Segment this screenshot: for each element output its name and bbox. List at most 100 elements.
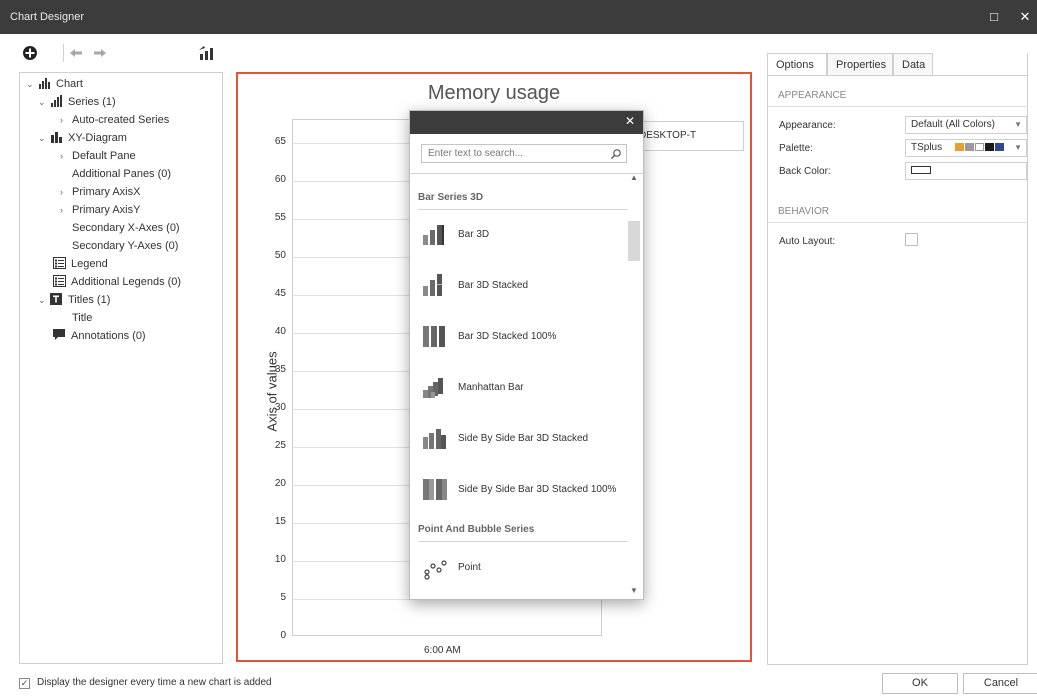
- chevron-down-icon[interactable]: ⌄: [38, 292, 50, 308]
- tree-item-label: Primary AxisX: [72, 186, 141, 198]
- y-tick-label: 50: [274, 250, 286, 261]
- tree-item-secondary-y-axes[interactable]: Secondary Y-Axes (0): [72, 238, 178, 254]
- tree-item-xy-diagram[interactable]: ⌄ XY-Diagram: [38, 130, 127, 146]
- appearance-dropdown[interactable]: Default (All Colors) ▼: [905, 116, 1027, 134]
- close-button[interactable]: ✕: [1016, 8, 1034, 26]
- y-tick-label: 5: [280, 592, 286, 603]
- y-tick-label: 0: [280, 630, 286, 641]
- tree-item-label: Primary AxisY: [72, 204, 141, 216]
- gallery-item-side-by-side-bar-3d-stacked[interactable]: Side By Side Bar 3D Stacked: [422, 425, 622, 451]
- tab-data[interactable]: Data: [893, 53, 933, 75]
- popup-header: ✕: [410, 111, 643, 134]
- diagram-icon: [50, 131, 64, 143]
- tree-item-auto-created-series[interactable]: › Auto-created Series: [60, 112, 169, 128]
- tree-item-legend[interactable]: Legend: [53, 256, 108, 272]
- y-tick-label: 65: [274, 136, 286, 147]
- tree-item-title[interactable]: Title: [72, 310, 92, 326]
- search-icon: [610, 148, 622, 160]
- back-color-label: Back Color:: [779, 166, 831, 177]
- tree-item-titles[interactable]: ⌄ Titles (1): [38, 292, 110, 308]
- auto-layout-checkbox[interactable]: [905, 233, 918, 246]
- add-icon[interactable]: [20, 43, 40, 63]
- scroll-thumb[interactable]: [628, 221, 640, 261]
- legend-icon: [53, 275, 67, 287]
- tree-item-series[interactable]: ⌄ Series (1): [38, 94, 116, 110]
- scroll-down-icon[interactable]: ▼: [630, 586, 638, 595]
- window-titlebar: Chart Designer □ ✕: [0, 0, 1037, 34]
- tree-item-default-pane[interactable]: › Default Pane: [60, 148, 136, 164]
- chart-wizard-icon[interactable]: [196, 43, 216, 63]
- tree-item-secondary-x-axes[interactable]: Secondary X-Axes (0): [72, 220, 180, 236]
- section-divider: [768, 106, 1027, 107]
- series-gallery-popup: ✕ Enter text to search... Bar Series 3D …: [409, 110, 644, 600]
- chart-title[interactable]: Memory usage: [238, 82, 750, 105]
- chevron-down-icon[interactable]: ▼: [1014, 140, 1022, 156]
- chevron-right-icon[interactable]: ›: [60, 184, 72, 200]
- gallery-item-bar-3d-stacked-100[interactable]: Bar 3D Stacked 100%: [422, 323, 622, 349]
- back-color-picker[interactable]: [905, 162, 1027, 180]
- y-tick-label: 10: [274, 554, 286, 565]
- gallery-item-side-by-side-bar-3d-stacked-100[interactable]: Side By Side Bar 3D Stacked 100%: [422, 476, 622, 502]
- chevron-down-icon[interactable]: ▼: [1014, 117, 1022, 133]
- chevron-down-icon[interactable]: ⌄: [38, 94, 50, 110]
- divider: [410, 173, 643, 174]
- tree-item-annotations[interactable]: Annotations (0): [53, 328, 146, 344]
- legend-item-label: DESKTOP-T: [639, 130, 697, 141]
- point-icon: [422, 554, 448, 580]
- y-axis-label[interactable]: Axis of values: [265, 351, 280, 431]
- side-by-side-bar-3d-stacked-100-icon: [422, 476, 448, 502]
- tree-item-label: Additional Legends (0): [71, 276, 182, 288]
- appearance-value: Default (All Colors): [911, 119, 995, 130]
- toolbar-separator: [63, 44, 64, 62]
- search-input[interactable]: Enter text to search...: [421, 144, 627, 163]
- close-icon[interactable]: ✕: [625, 114, 635, 128]
- gallery-item-label: Side By Side Bar 3D Stacked: [458, 433, 589, 444]
- ok-button[interactable]: OK: [882, 673, 958, 694]
- undo-icon[interactable]: [66, 43, 86, 63]
- gallery-item-label: Manhattan Bar: [458, 382, 524, 393]
- show-designer-checkbox[interactable]: ✓: [19, 678, 30, 689]
- redo-icon[interactable]: [90, 43, 110, 63]
- palette-dropdown[interactable]: TSplus ▼: [905, 139, 1027, 157]
- tab-options[interactable]: Options: [767, 53, 827, 75]
- gallery-item-point[interactable]: Point: [422, 554, 622, 580]
- y-tick-label: 40: [274, 326, 286, 337]
- gallery-group-point-bubble: Point And Bubble Series: [418, 524, 628, 542]
- y-tick-label: 55: [274, 212, 286, 223]
- chevron-right-icon[interactable]: ›: [60, 202, 72, 218]
- tree-item-primary-axis-y[interactable]: › Primary AxisY: [60, 202, 140, 218]
- gallery-scrollbar[interactable]: ▲ ▼: [627, 171, 641, 597]
- chevron-down-icon[interactable]: ⌄: [38, 130, 50, 146]
- gallery-item-bar-3d[interactable]: Bar 3D: [422, 221, 622, 247]
- section-title-behavior: BEHAVIOR: [778, 206, 829, 217]
- tree-item-chart[interactable]: ⌄ Chart: [26, 76, 83, 92]
- x-tick-label: 6:00 AM: [424, 645, 461, 656]
- palette-swatch: [994, 143, 1004, 151]
- y-tick-label: 20: [274, 478, 286, 489]
- section-divider: [768, 222, 1027, 223]
- chart-elements-tree: ⌄ Chart ⌄ Series (1) › Auto-created Series …: [19, 72, 223, 664]
- tree-item-additional-legends[interactable]: Additional Legends (0): [53, 274, 181, 290]
- auto-layout-label: Auto Layout:: [779, 236, 836, 247]
- scroll-up-icon[interactable]: ▲: [630, 173, 638, 182]
- chevron-right-icon[interactable]: ›: [60, 148, 72, 164]
- tree-item-additional-panes[interactable]: Additional Panes (0): [72, 166, 171, 182]
- tree-item-primary-axis-x[interactable]: › Primary AxisX: [60, 184, 140, 200]
- side-by-side-bar-3d-stacked-icon: [422, 425, 448, 451]
- gallery-item-manhattan-bar[interactable]: Manhattan Bar: [422, 374, 622, 400]
- palette-swatch: [964, 143, 974, 151]
- palette-swatch: [954, 143, 964, 151]
- tree-item-label: Secondary Y-Axes (0): [72, 240, 179, 252]
- chevron-right-icon[interactable]: ›: [60, 112, 72, 128]
- tab-properties[interactable]: Properties: [827, 53, 893, 75]
- tree-item-label: Titles (1): [68, 294, 111, 306]
- chevron-down-icon[interactable]: ⌄: [26, 76, 38, 92]
- gallery-item-bar-3d-stacked[interactable]: Bar 3D Stacked: [422, 272, 622, 298]
- chart-legend[interactable]: DESKTOP-T: [630, 121, 744, 151]
- cancel-button[interactable]: Cancel: [963, 673, 1037, 694]
- palette-swatch: [984, 143, 994, 151]
- palette-swatches: [954, 142, 1005, 153]
- maximize-button[interactable]: □: [985, 8, 1003, 26]
- title-icon: [50, 293, 64, 305]
- legend-icon: [53, 257, 67, 269]
